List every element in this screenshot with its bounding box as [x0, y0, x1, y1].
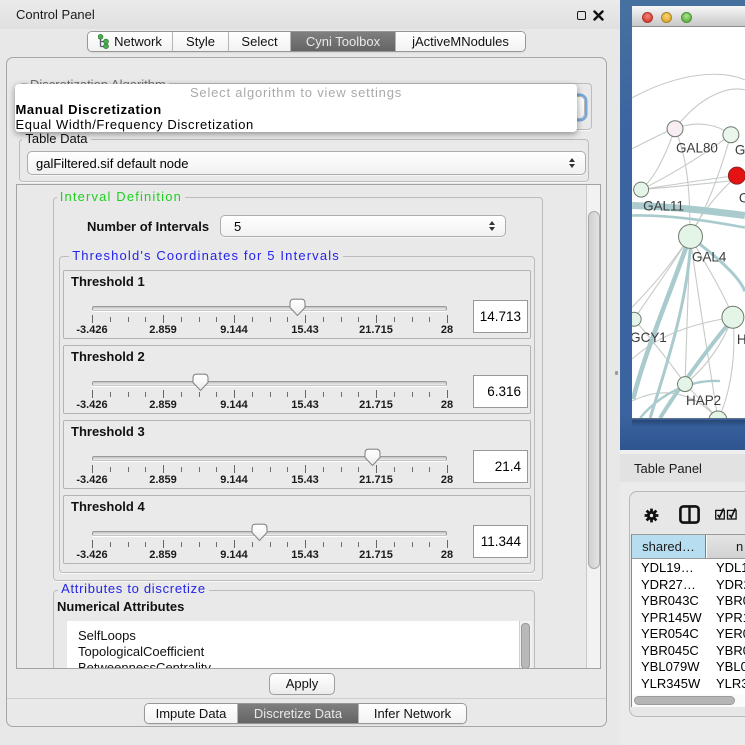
svg-text:GAL80: GAL80 — [676, 141, 718, 156]
svg-text:GCY1: GCY1 — [632, 330, 667, 345]
svg-text:GAL4: GAL4 — [692, 249, 727, 264]
svg-text:HAP2: HAP2 — [686, 393, 721, 408]
svg-text:GA: GA — [735, 143, 745, 158]
svg-text:GAL11: GAL11 — [643, 199, 684, 214]
svg-text:C: C — [739, 191, 745, 206]
svg-text:H: H — [737, 332, 745, 347]
